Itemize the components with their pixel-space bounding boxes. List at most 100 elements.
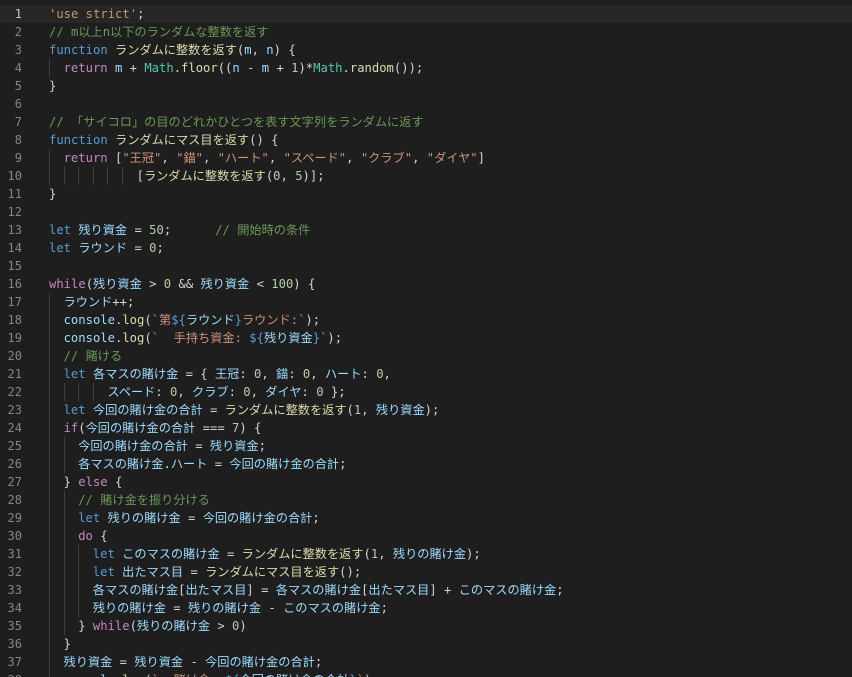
token-punctuation: ); [466, 547, 481, 561]
code-content: } while(残りの賭け金 > 0) [78, 617, 247, 635]
code-line[interactable]: 29 let 残りの賭け金 = 今回の賭け金の合計; [0, 509, 852, 527]
code-line[interactable]: 5} [0, 77, 852, 95]
token-identifier: ハート [170, 457, 208, 471]
code-line[interactable]: 1 'use strict'; [0, 5, 852, 23]
code-line[interactable]: 25 今回の賭け金の合計 = 残り資金; [0, 437, 852, 455]
indent-guide [49, 311, 50, 329]
code-line[interactable]: 9 return ["王冠", "錨", "ハート", "スペード", "クラブ"… [0, 149, 852, 167]
code-line[interactable]: 38console.log(` 賭け金: ${今回の賭け金の合計}`); [0, 671, 852, 677]
code-line[interactable]: 27 } else { [0, 473, 852, 491]
code-editor[interactable]: 1 'use strict'; 2 // m以上n以下のランダムな整数を返す 3 func… [0, 0, 852, 677]
code-line[interactable]: 12 [0, 203, 852, 221]
code-line[interactable]: 17 ラウンド++; [0, 293, 852, 311]
line-number: 2 [14, 25, 22, 39]
token-control-keyword: if [63, 421, 79, 435]
indent-guide [63, 527, 65, 545]
indent-guide [49, 509, 50, 527]
code-line[interactable]: 32 let 出たマス目 = ランダムにマス目を返す(); [0, 563, 852, 581]
code-content: } else { [64, 473, 123, 491]
code-line[interactable]: 28 // 賭け金を振り分ける [0, 491, 852, 509]
token-punctuation: ; [339, 457, 347, 471]
code-line[interactable]: 3 function ランダムに整数を返す(m, n) { [0, 41, 852, 59]
token-string: "王冠" [122, 151, 162, 165]
indent-guide [49, 563, 50, 581]
token-function-name: ランダムに整数を返す [115, 43, 237, 57]
code-line[interactable]: 35} while(残りの賭け金 > 0) [0, 617, 852, 635]
token-function-name: ランダムにマス目を返す [115, 133, 250, 147]
line-number: 27 [7, 475, 22, 489]
code-line[interactable]: 31 let このマスの賭け金 = ランダムに整数を返す(1, 残りの賭け金); [0, 545, 852, 563]
token-punctuation: ; [312, 511, 320, 525]
line-number: 4 [14, 61, 22, 75]
code-line[interactable]: 21 let 各マスの賭け金 = { 王冠: 0, 錨: 0, ハート: 0, [0, 365, 852, 383]
code-line[interactable]: 13 let 残り資金 = 50; // 開始時の条件 [0, 221, 852, 239]
token-comment: // 「サイコロ」の目のどれかひとつを表す文字列をランダムに返す [49, 115, 424, 129]
line-number: 37 [7, 655, 22, 669]
token-punctuation: ) [239, 619, 247, 633]
code-line[interactable]: 34 残りの賭け金 = 残りの賭け金 - このマスの賭け金; [0, 599, 852, 617]
token-punctuation: = [165, 601, 188, 615]
token-punctuation: , [361, 403, 376, 417]
code-content: // 賭ける [64, 347, 123, 365]
code-line[interactable]: 8 function ランダムにマス目を返す() { [0, 131, 852, 149]
code-line[interactable]: 22 スペード: 0, クラブ: 0, ダイヤ: 0 }; [0, 383, 852, 401]
token-identifier: 残りの賭け金 [107, 511, 181, 525]
line-number: 31 [7, 547, 22, 561]
code-line[interactable]: 26 各マスの賭け金.ハート = 今回の賭け金の合計; [0, 455, 852, 473]
code-line[interactable]: 16 while(残り資金 > 0 && 残り資金 < 100) { [0, 275, 852, 293]
token-punctuation: )* [298, 61, 314, 75]
code-line[interactable]: 10 [ランダムに整数を返す(0, 5)]; [0, 167, 852, 185]
token-punctuation: : [288, 367, 303, 381]
token-punctuation [86, 367, 93, 381]
token-number: 5 [295, 169, 303, 183]
token-identifier: 残り資金 [78, 223, 128, 237]
code-line[interactable]: 15 [0, 257, 852, 275]
code-line[interactable]: 18 console.log(`第${ラウンド}ラウンド:`); [0, 311, 852, 329]
token-punctuation: ) { [273, 43, 296, 57]
token-punctuation: > [210, 619, 233, 633]
token-punctuation: : [155, 385, 170, 399]
token-punctuation [108, 61, 115, 75]
indent-guide [63, 437, 65, 455]
token-punctuation: < [249, 277, 272, 291]
code-line[interactable]: 7 // 「サイコロ」の目のどれかひとつを表す文字列をランダムに返す [0, 113, 852, 131]
code-line[interactable]: 37 残り資金 = 残り資金 - 今回の賭け金の合計; [0, 653, 852, 671]
token-punctuation: ] + [429, 583, 459, 597]
line-number: 21 [7, 367, 22, 381]
code-content: 各マスの賭け金.ハート = 今回の賭け金の合計; [78, 455, 346, 473]
indent-guide [49, 599, 50, 617]
code-line[interactable]: 20 // 賭ける [0, 347, 852, 365]
indent-guide [49, 527, 50, 545]
token-punctuation: ( [363, 547, 371, 561]
token-punctuation: } [63, 637, 71, 651]
code-line[interactable]: 23 let 今回の賭け金の合計 = ランダムに整数を返す(1, 残り資金); [0, 401, 852, 419]
line-number: 17 [7, 295, 22, 309]
code-line[interactable]: 36} [0, 635, 852, 653]
code-line[interactable]: 33 各マスの賭け金[出たマス目] = 各マスの賭け金[出たマス目] + このマス… [0, 581, 852, 599]
token-punctuation: = { [178, 367, 215, 381]
token-punctuation: [ [107, 151, 123, 165]
indent-guide [49, 419, 50, 437]
code-content: 各マスの賭け金[出たマス目] = 各マスの賭け金[出たマス目] + このマスの賭… [93, 581, 564, 599]
code-line[interactable]: 2 // m以上n以下のランダムな整数を返す [0, 23, 852, 41]
token-keyword: function [49, 133, 108, 147]
token-punctuation: : [239, 367, 255, 381]
code-line[interactable]: 11} [0, 185, 852, 203]
code-line[interactable]: 30 do { [0, 527, 852, 545]
line-number: 8 [14, 133, 22, 147]
code-content: function ランダムにマス目を返す() { [49, 131, 278, 149]
indent-guide [63, 545, 65, 563]
line-number: 29 [7, 511, 22, 525]
code-line[interactable]: 19 console.log(` 手持ち資金: ${残り資金}`); [0, 329, 852, 347]
token-punctuation: }; [323, 385, 346, 399]
code-line[interactable]: 24 if(今回の賭け金の合計 === 7) { [0, 419, 852, 437]
code-line[interactable]: 4 return m + Math.floor((n - m + 1)*Math.… [0, 59, 852, 77]
token-identifier: 残りの賭け金 [136, 619, 211, 633]
code-line[interactable]: 6 [0, 95, 852, 113]
indent-guide [49, 473, 50, 491]
token-punctuation: ( [85, 277, 94, 291]
code-line[interactable]: 14 let ラウンド = 0; [0, 239, 852, 257]
line-number: 7 [14, 115, 22, 129]
token-identifier: 残りの賭け金 [92, 601, 166, 615]
token-identifier: 各マスの賭け金 [275, 583, 362, 597]
